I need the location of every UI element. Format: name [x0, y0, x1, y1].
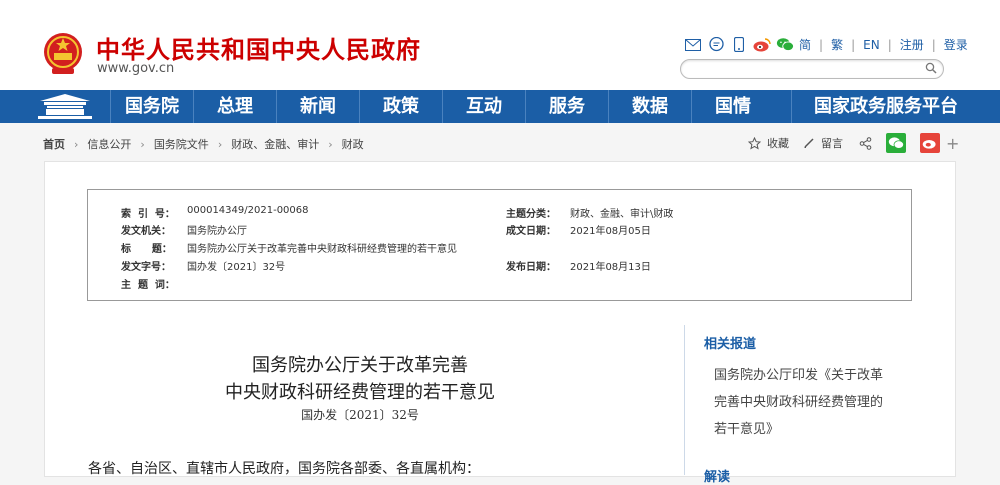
meta-title-value: 国务院办公厅关于改革完善中央财政科研经费管理的若干意见 [187, 244, 457, 255]
related-report-link-line[interactable]: 完善中央财政科研经费管理的 [714, 389, 914, 416]
document-title-line: 中央财政科研经费管理的若干意见 [225, 382, 495, 403]
search-icon[interactable] [925, 62, 937, 74]
meta-index-value: 000014349/2021-00068 [187, 205, 309, 216]
lang-english-link[interactable]: EN [863, 38, 880, 52]
divider: | [931, 37, 936, 52]
breadcrumb-info-disclosure[interactable]: 信息公开 [87, 136, 131, 152]
meta-category-label: 主题分类： [506, 209, 556, 220]
divider: | [887, 37, 892, 52]
meta-published-value: 2021年08月13日 [570, 262, 651, 273]
weibo-share-icon[interactable] [920, 133, 940, 153]
more-share-button[interactable]: + [946, 134, 959, 153]
nav-item-interaction[interactable]: 互动 [443, 90, 525, 123]
interpretation-title: 解读 [704, 470, 731, 485]
chat-bubble-icon[interactable] [707, 37, 725, 53]
document-title: 国务院办公厅关于改革完善 中央财政科研经费管理的若干意见 [160, 352, 560, 406]
nav-item-premier[interactable]: 总理 [194, 90, 276, 123]
meta-title-label: 标 题： [121, 244, 172, 255]
site-name[interactable]: 中华人民共和国中央人民政府 [96, 30, 421, 65]
related-report-link-line[interactable]: 若干意见》 [714, 416, 914, 443]
nav-item-gov-service-platform[interactable]: 国家政务服务平台 [798, 90, 974, 123]
meta-docno-value: 国办发〔2021〕32号 [187, 262, 286, 273]
chevron-right-icon: › [74, 137, 79, 151]
site-url: www.gov.cn [97, 61, 175, 76]
meta-issuer-value: 国务院办公厅 [187, 226, 247, 237]
mail-icon[interactable] [684, 37, 702, 53]
nav-item-state-council[interactable]: 国务院 [111, 90, 193, 123]
related-report-link[interactable]: 国务院办公厅印发《关于改革 完善中央财政科研经费管理的 若干意见》 [714, 362, 914, 443]
divider: | [851, 37, 856, 52]
document-number: 国办发〔2021〕32号 [301, 408, 419, 422]
register-link[interactable]: 注册 [900, 36, 924, 53]
wechat-share-icon[interactable] [886, 133, 906, 153]
meta-docno-label: 发文字号： [121, 262, 171, 273]
gate-logo-icon[interactable] [36, 91, 94, 122]
document-meta-table: 索 引 号： 000014349/2021-00068 发文机关： 国务院办公厅… [87, 189, 912, 301]
nav-item-news[interactable]: 新闻 [277, 90, 359, 123]
breadcrumb-finance[interactable]: 财政 [342, 136, 364, 152]
meta-created-label: 成文日期： [506, 226, 556, 237]
meta-published-label: 发布日期： [506, 262, 556, 273]
favorite-button[interactable]: 收藏 [767, 135, 789, 151]
nav-item-policy[interactable]: 政策 [360, 90, 442, 123]
nav-item-services[interactable]: 服务 [526, 90, 608, 123]
main-nav: 国务院 总理 新闻 政策 互动 服务 数据 国情 国家政务服务平台 [0, 90, 1000, 123]
lang-traditional-link[interactable]: 繁 [831, 36, 843, 53]
related-reports-title: 相关报道 [704, 337, 757, 352]
login-link[interactable]: 登录 [944, 36, 968, 53]
meta-category-value: 财政、金融、审计\财政 [570, 209, 674, 220]
header-tools: 简 | 繁 | EN | 注册 | 登录 [684, 36, 968, 53]
mobile-icon[interactable] [730, 37, 748, 53]
meta-keywords-label: 主 题 词： [121, 280, 175, 291]
meta-created-value: 2021年08月05日 [570, 226, 651, 237]
nav-item-national-conditions[interactable]: 国情 [692, 90, 774, 123]
share-icon[interactable] [859, 136, 872, 150]
breadcrumb-state-council-docs[interactable]: 国务院文件 [154, 136, 209, 152]
breadcrumb-home[interactable]: 首页 [43, 136, 65, 152]
chevron-right-icon: › [217, 137, 223, 151]
nav-item-data[interactable]: 数据 [609, 90, 691, 123]
star-icon[interactable] [748, 136, 761, 150]
meta-index-label: 索 引 号： [121, 209, 175, 220]
meta-issuer-label: 发文机关： [121, 226, 171, 237]
lang-simplified-link[interactable]: 简 [799, 36, 811, 53]
chevron-right-icon: › [328, 137, 333, 151]
breadcrumb-finance-audit[interactable]: 财政、金融、审计 [231, 136, 319, 152]
wechat-icon[interactable] [776, 37, 794, 53]
divider: | [819, 37, 824, 52]
share-bar: 收藏 留言 + [748, 133, 959, 153]
related-report-link-line[interactable]: 国务院办公厅印发《关于改革 [714, 362, 914, 389]
pencil-icon[interactable] [803, 137, 815, 149]
chevron-right-icon: › [140, 137, 145, 151]
national-emblem-icon [44, 33, 82, 74]
document-salutation: 各省、自治区、直辖市人民政府，国务院各部委、各直属机构： [88, 461, 480, 477]
comment-button[interactable]: 留言 [821, 135, 843, 151]
document-title-line: 国务院办公厅关于改革完善 [252, 355, 468, 376]
breadcrumb: 首页 › 信息公开 › 国务院文件 › 财政、金融、审计 › 财政 [43, 136, 364, 152]
search-input[interactable] [680, 59, 944, 79]
weibo-icon[interactable] [753, 37, 771, 53]
nav-divider [791, 90, 792, 123]
